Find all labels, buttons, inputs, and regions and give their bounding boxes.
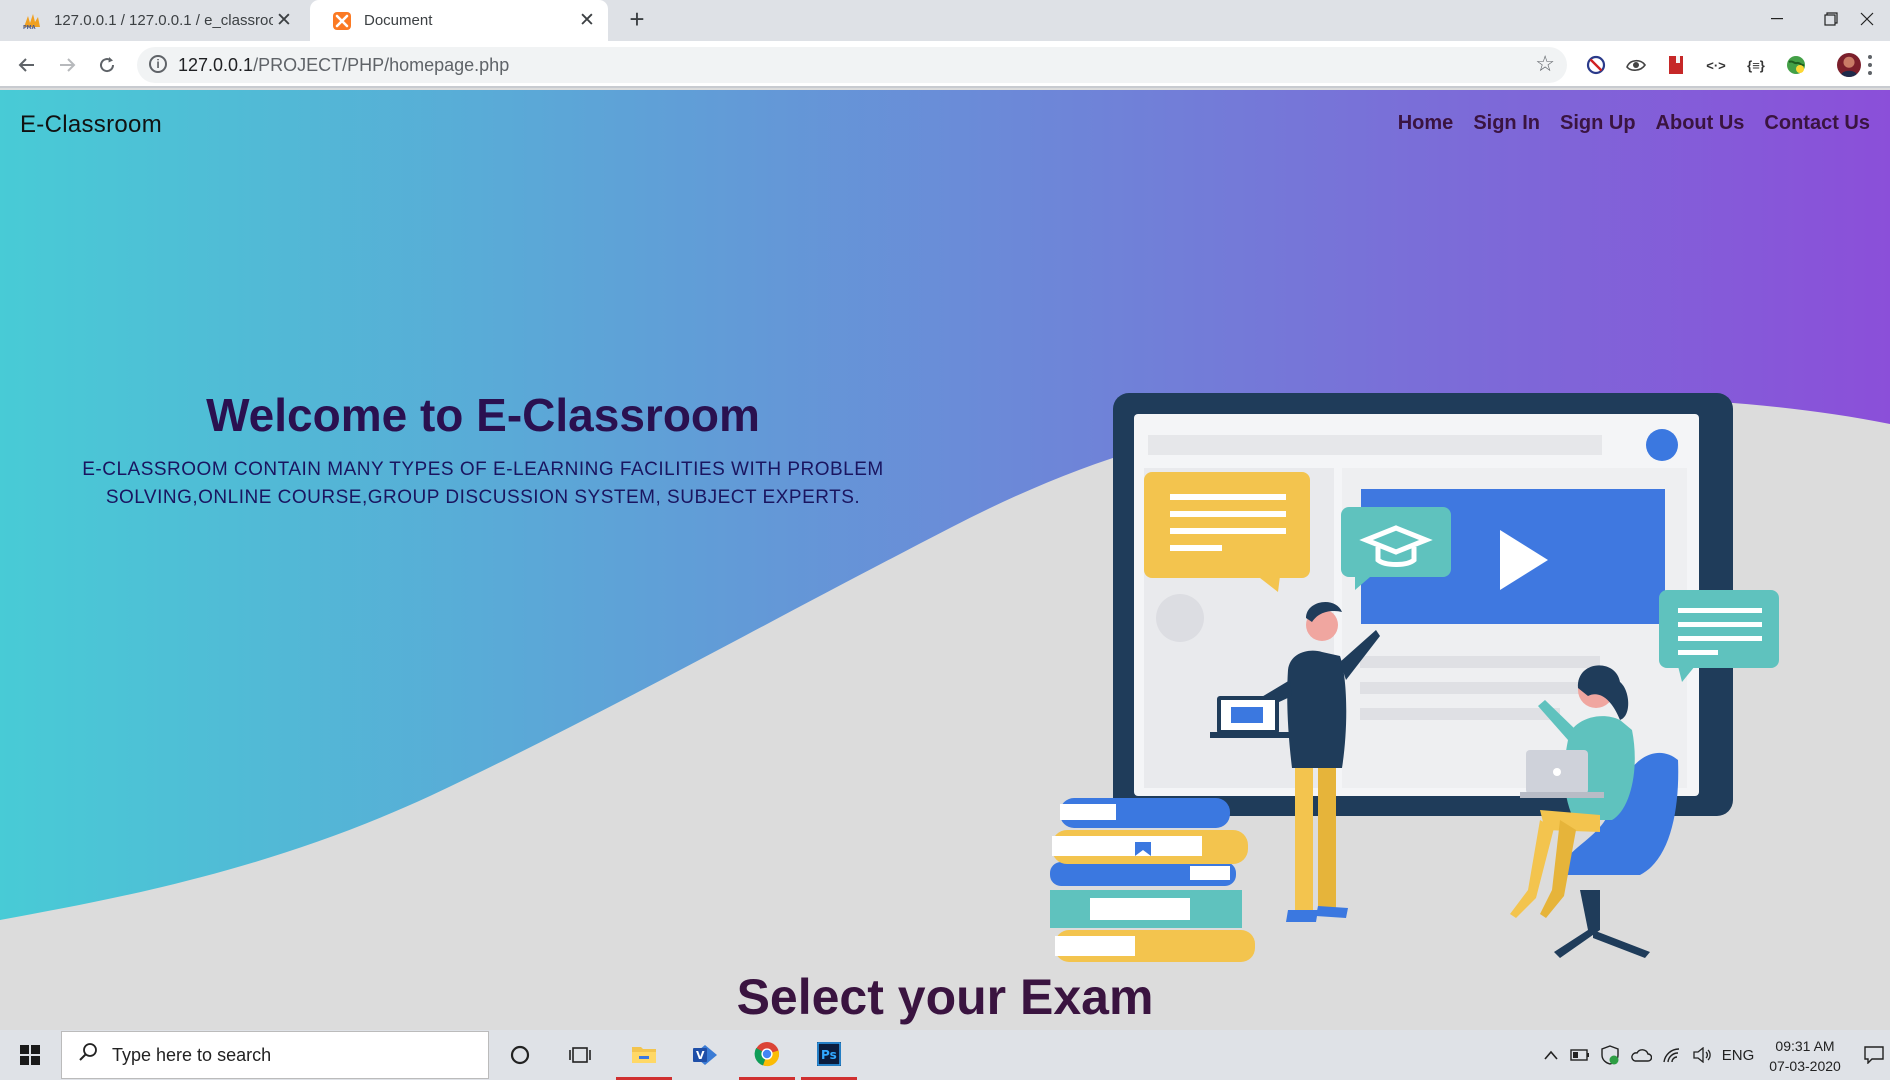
webpage: E-Classroom Home Sign In Sign Up About U…	[0, 90, 1890, 1030]
reload-button[interactable]	[92, 50, 122, 80]
language-indicator[interactable]: ENG	[1720, 1030, 1756, 1080]
chrome-icon[interactable]	[739, 1030, 795, 1080]
nav-home[interactable]: Home	[1398, 112, 1454, 135]
clock[interactable]: 09:31 AM 07-03-2020	[1755, 1036, 1855, 1076]
url-field[interactable]: i 127.0.0.1/PROJECT/PHP/homepage.php ☆	[137, 47, 1567, 83]
nav-about-us[interactable]: About Us	[1656, 112, 1745, 135]
battery-icon[interactable]	[1568, 1030, 1592, 1080]
new-tab-button[interactable]: +	[624, 6, 650, 33]
site-info-icon[interactable]: i	[149, 55, 167, 73]
bookmark-icon[interactable]	[1664, 53, 1688, 77]
nav-sign-in[interactable]: Sign In	[1473, 112, 1540, 135]
json-icon[interactable]: {≡}	[1744, 53, 1768, 77]
site-nav: Home Sign In Sign Up About Us Contact Us	[1398, 112, 1870, 135]
url-text: 127.0.0.1/PROJECT/PHP/homepage.php	[178, 55, 509, 76]
profile-avatar[interactable]	[1837, 53, 1861, 77]
notifications-icon[interactable]	[1862, 1030, 1886, 1080]
browser-menu-icon[interactable]	[1860, 53, 1880, 77]
minimize-button[interactable]	[1748, 0, 1806, 38]
windows-start-button[interactable]	[0, 1030, 60, 1080]
back-button[interactable]	[12, 50, 42, 80]
e-learning-illustration	[1050, 393, 1779, 962]
tab-title: 127.0.0.1 / 127.0.0.1 / e_classroom	[54, 12, 273, 29]
show-hidden-icons[interactable]	[1540, 1030, 1562, 1080]
site-logo[interactable]: E-Classroom	[20, 111, 162, 139]
clock-time: 09:31 AM	[1775, 1038, 1835, 1054]
url-path: /PROJECT/PHP/homepage.php	[253, 55, 510, 75]
nav-sign-up[interactable]: Sign Up	[1560, 112, 1636, 135]
file-explorer-icon[interactable]	[616, 1030, 672, 1080]
close-tab-icon[interactable]: ✕	[273, 10, 295, 32]
phpmyadmin-icon: PMA	[22, 11, 42, 31]
xampp-icon	[332, 11, 352, 31]
task-view-icon[interactable]	[552, 1030, 608, 1080]
wifi-icon[interactable]	[1660, 1030, 1684, 1080]
windows-taskbar: Type here to search V Ps ENG 09:31 AM 07…	[0, 1030, 1890, 1080]
security-shield-icon[interactable]	[1598, 1030, 1622, 1080]
search-placeholder: Type here to search	[112, 1044, 272, 1065]
globe-icon[interactable]	[1784, 53, 1808, 77]
section-title: Select your Exam	[736, 969, 1154, 1025]
hero-tagline: E-CLASSROOM CONTAIN MANY TYPES OF E-LEAR…	[82, 459, 884, 508]
hero-title: Welcome to E-Classroom	[206, 389, 760, 441]
tracker-icon[interactable]	[1624, 53, 1648, 77]
volume-icon[interactable]	[1690, 1030, 1714, 1080]
svg-text:Ps: Ps	[821, 1048, 837, 1062]
windows-logo-icon	[20, 1045, 40, 1065]
svg-text:V: V	[696, 1049, 705, 1062]
bookmark-star-icon[interactable]: ☆	[1535, 51, 1555, 77]
taskbar-search-input[interactable]: Type here to search	[61, 1031, 489, 1079]
photoshop-icon[interactable]: Ps	[801, 1030, 857, 1080]
onedrive-cloud-icon[interactable]	[1628, 1030, 1654, 1080]
svg-text:PMA: PMA	[23, 25, 36, 29]
visio-app-icon[interactable]: V	[677, 1030, 733, 1080]
browser-tab-document[interactable]: Document ✕	[310, 0, 608, 41]
tab-title: Document	[364, 12, 433, 29]
browser-tab-strip: PMA 127.0.0.1 / 127.0.0.1 / e_classroom …	[0, 0, 1890, 41]
cortana-icon[interactable]	[492, 1030, 548, 1080]
forward-button[interactable]	[52, 50, 82, 80]
code-icon[interactable]: <·>	[1704, 53, 1728, 77]
browser-tab-phpmyadmin[interactable]: PMA 127.0.0.1 / 127.0.0.1 / e_classroom …	[0, 0, 305, 41]
close-tab-icon[interactable]: ✕	[576, 10, 598, 32]
nav-contact-us[interactable]: Contact Us	[1764, 112, 1870, 135]
clock-date: 07-03-2020	[1769, 1058, 1841, 1074]
block-icon[interactable]	[1584, 53, 1608, 77]
url-host: 127.0.0.1	[178, 55, 254, 75]
search-icon	[78, 1042, 98, 1068]
close-window-button[interactable]	[1838, 0, 1890, 38]
address-bar-row: i 127.0.0.1/PROJECT/PHP/homepage.php ☆ <…	[0, 41, 1890, 88]
